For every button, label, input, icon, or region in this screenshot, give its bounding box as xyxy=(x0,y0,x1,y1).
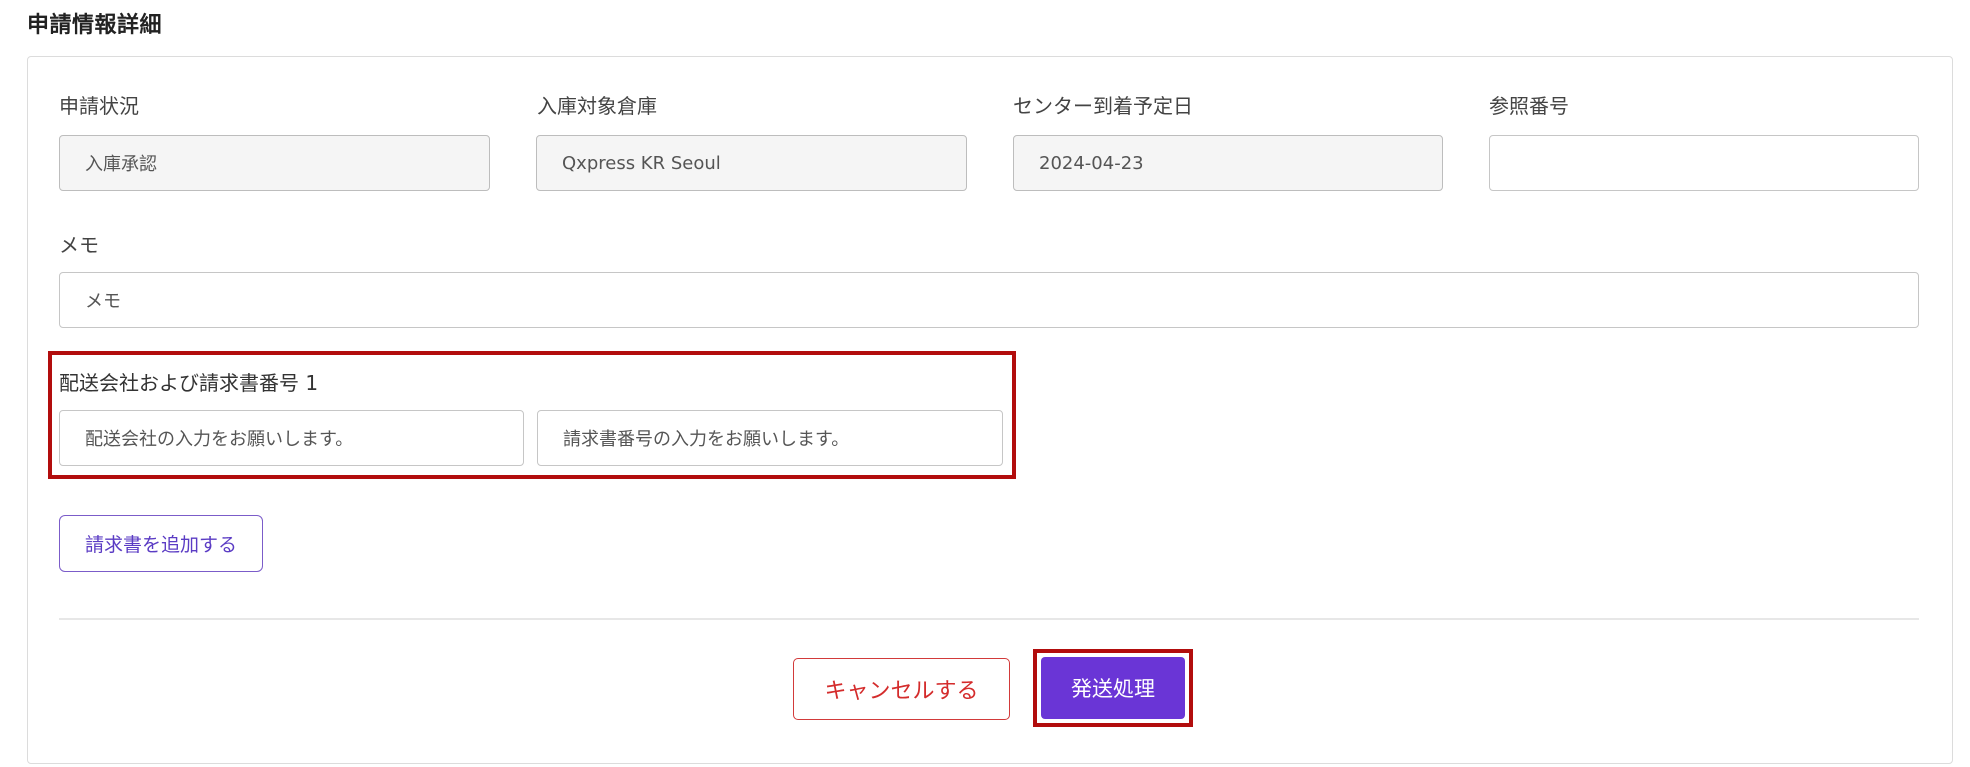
section-title: 申請情報詳細 xyxy=(27,13,163,38)
warehouse-label: 入庫対象倉庫 xyxy=(537,94,657,118)
invoice-label: 配送会社および請求書番号 1 xyxy=(59,371,319,395)
add-invoice-button[interactable]: 請求書を追加する xyxy=(59,515,263,572)
arrival-date-label: センター到着予定日 xyxy=(1013,94,1193,118)
reference-input[interactable] xyxy=(1489,135,1919,191)
memo-input[interactable]: メモ xyxy=(59,272,1919,328)
status-label: 申請状況 xyxy=(59,94,139,118)
warehouse-field: Qxpress KR Seoul xyxy=(536,135,967,191)
ship-process-button[interactable]: 発送処理 xyxy=(1041,657,1185,719)
reference-label: 参照番号 xyxy=(1489,94,1569,118)
divider xyxy=(59,618,1919,620)
memo-label: メモ xyxy=(59,233,99,257)
cancel-button[interactable]: キャンセルする xyxy=(793,658,1010,720)
status-field: 入庫承認 xyxy=(59,135,490,191)
arrival-date-field: 2024-04-23 xyxy=(1013,135,1443,191)
carrier-input[interactable]: 配送会社の入力をお願いします。 xyxy=(59,410,524,466)
invoice-number-input[interactable]: 請求書番号の入力をお願いします。 xyxy=(537,410,1003,466)
